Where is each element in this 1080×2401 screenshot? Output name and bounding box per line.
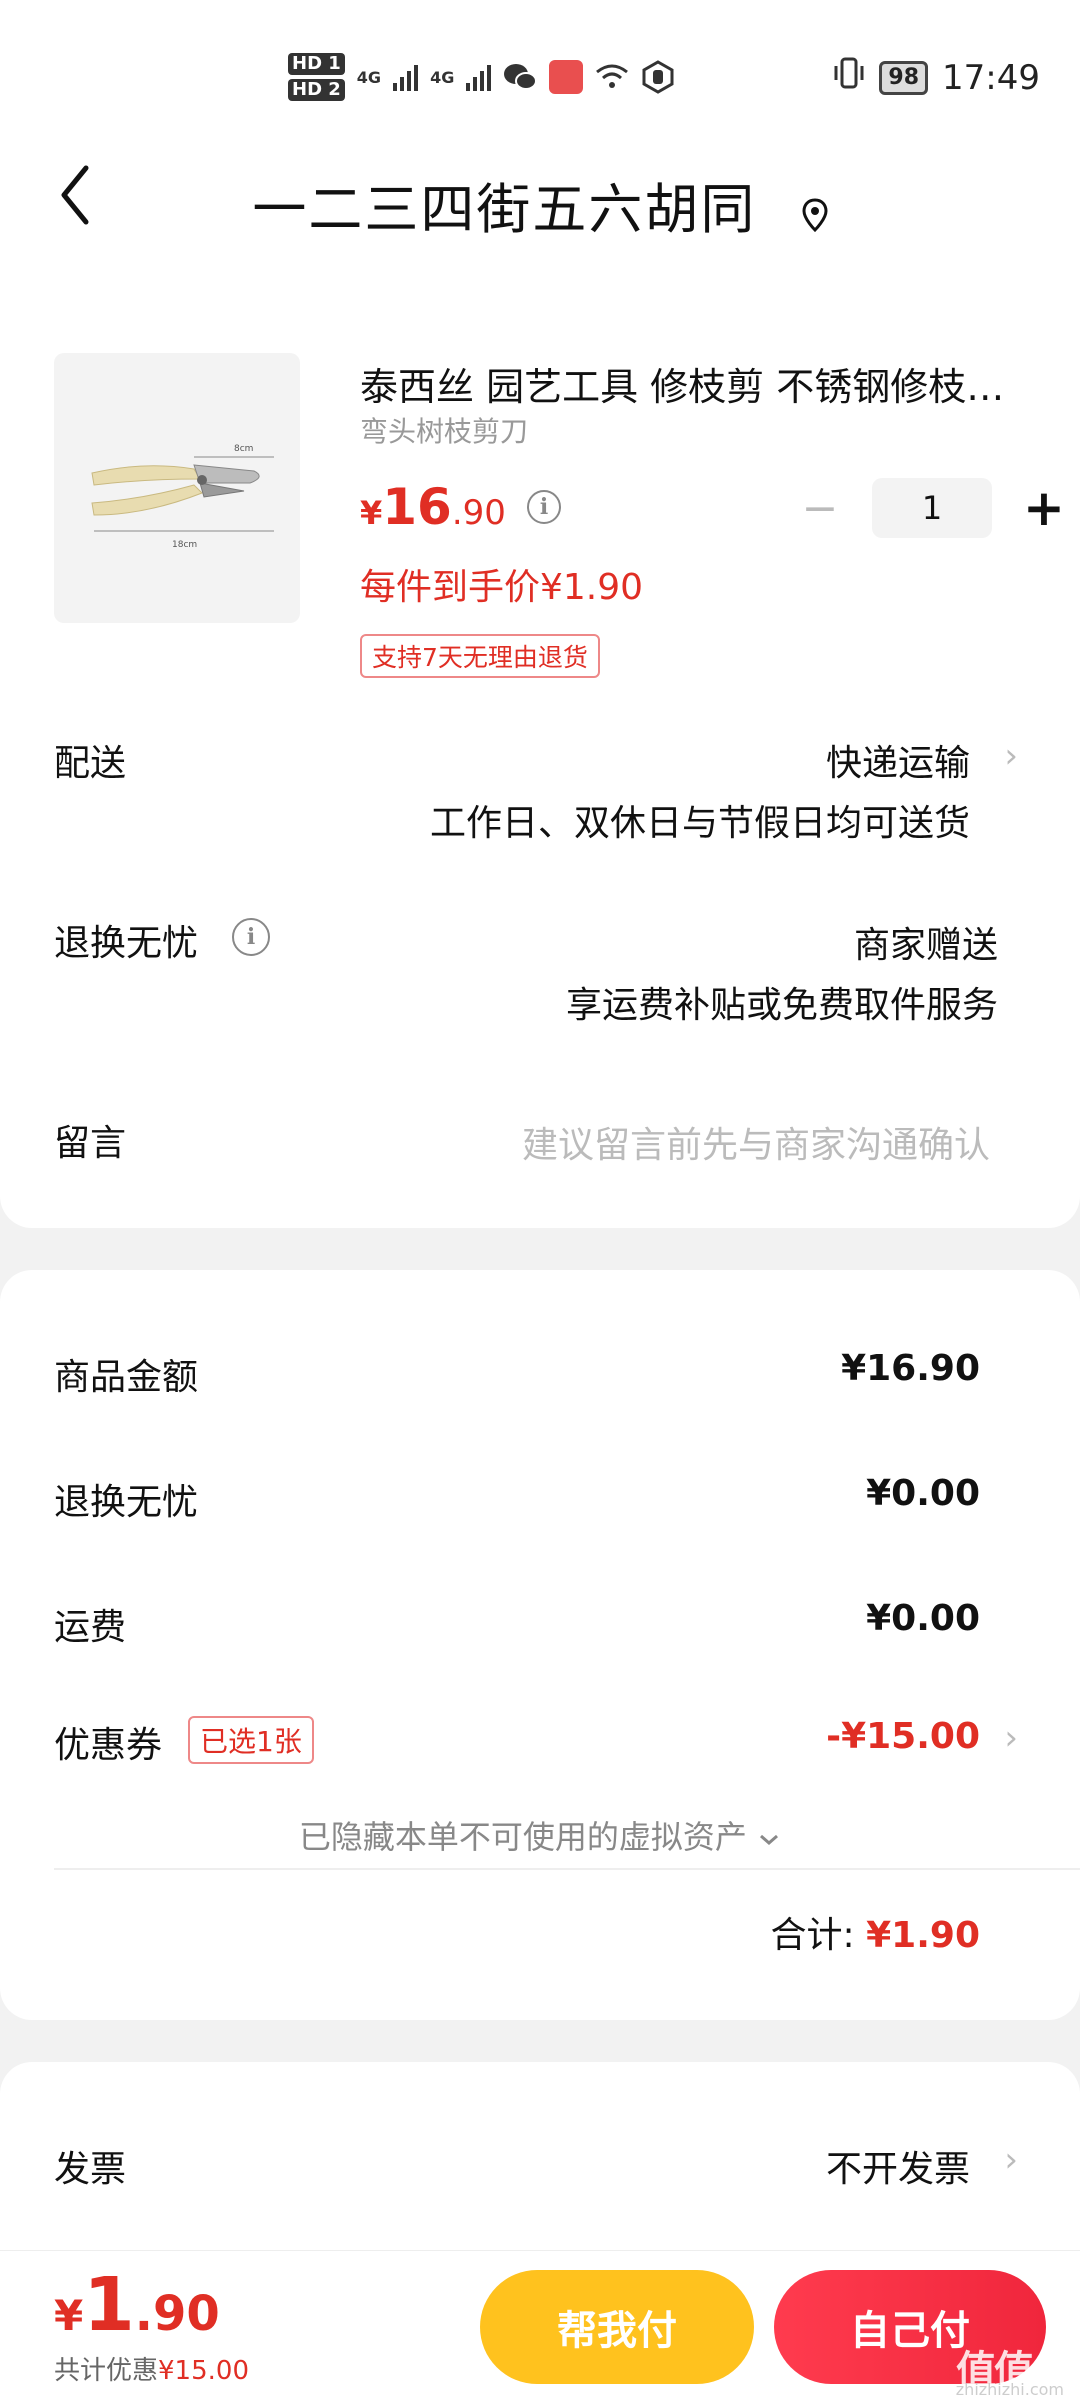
checkout-price-decimal: .90 (134, 2286, 220, 2342)
hidden-assets-toggle[interactable]: 已隐藏本单不可使用的虚拟资产 (0, 1812, 1080, 1858)
hidden-assets-text: 已隐藏本单不可使用的虚拟资产 (298, 1818, 747, 1856)
return-fee-label: 退换无忧 (54, 1482, 199, 1523)
product-spec: 弯头树枝剪刀 (360, 415, 529, 448)
checkout-price: ¥1.90 (54, 2262, 220, 2348)
message-label: 留言 (54, 1123, 127, 1164)
chevron-down-icon (757, 1818, 781, 1856)
return-info-icon[interactable]: i (232, 918, 270, 956)
product-name[interactable]: 泰西丝 园艺工具 修枝剪 不锈钢修枝… (360, 356, 1020, 411)
hd1-indicator: HD 1 (288, 53, 345, 75)
order-item-card (0, 150, 1080, 1228)
checkout-price-integer: 1 (83, 2262, 135, 2348)
hand-icon (641, 60, 675, 94)
total-label: 合计: (770, 1915, 855, 1956)
total-savings: 共计优惠¥15.00 (54, 2350, 249, 2387)
network-type-1: 4G (356, 67, 382, 87)
status-left: HD 1 HD 2 4G 4G (288, 50, 675, 104)
hd2-indicator: HD 2 (288, 79, 345, 101)
return-fee-value: ¥0.00 (866, 1473, 980, 1514)
signal-icon-2 (466, 63, 492, 91)
coupon-selected-badge: 已选1张 (188, 1716, 314, 1764)
delivery-detail: 工作日、双休日与节假日均可送货 (429, 803, 970, 844)
address-text: 一二三四街五六胡同 (252, 178, 757, 241)
invoice-value[interactable]: 不开发票 (826, 2140, 970, 2192)
watermark-url: zhizhizhi.com (955, 2380, 1064, 2399)
coupon-label: 优惠券 (54, 1725, 163, 1766)
signal-icon (393, 63, 419, 91)
vibrate-icon (833, 56, 865, 99)
divider (54, 1868, 1080, 1870)
network-type-2: 4G (430, 67, 455, 87)
address-title[interactable]: 一二三四街五六胡同 (0, 165, 1080, 245)
chevron-right-icon[interactable]: › (1004, 736, 1018, 776)
wechat-icon (503, 60, 538, 94)
price-decimal: .90 (451, 493, 506, 533)
checkout-currency: ¥ (54, 2291, 84, 2340)
goods-amount-value: ¥16.90 (841, 1348, 980, 1389)
message-input[interactable]: 建议留言前先与商家沟通确认 (522, 1116, 990, 1168)
coupon-value[interactable]: -¥15.00 (826, 1716, 980, 1757)
clock: 17:49 (942, 57, 1040, 98)
goods-amount-label: 商品金额 (54, 1357, 199, 1398)
increase-quantity-button[interactable]: + (1014, 478, 1074, 538)
order-total: 合计: ¥1.90 (771, 1906, 980, 1958)
battery-icon: 98 (879, 60, 929, 95)
return-provider: 商家赠送 (853, 925, 998, 966)
quantity-input[interactable]: 1 (872, 478, 992, 538)
total-value: ¥1.90 (866, 1915, 980, 1956)
image-dim-length: 18cm (172, 540, 197, 550)
price-integer: 16 (382, 478, 452, 536)
price-info-icon[interactable]: i (527, 490, 562, 524)
coupon-chevron-icon[interactable]: › (1004, 1718, 1018, 1758)
return-detail: 享运费补贴或免费取件服务 (565, 985, 998, 1026)
product-price: ¥16.90 i (360, 478, 562, 536)
decrease-quantity-button[interactable]: − (790, 478, 850, 538)
quantity-stepper: − 1 + (790, 478, 1074, 538)
invoice-chevron-icon[interactable]: › (1004, 2140, 1018, 2180)
price-currency: ¥ (360, 494, 383, 532)
return-policy-tag: 支持7天无理由退货 (360, 634, 600, 678)
delivery-label: 配送 (54, 743, 127, 784)
invoice-label: 发票 (54, 2149, 127, 2190)
shipping-value: ¥0.00 (866, 1598, 980, 1639)
image-dim-width: 8cm (234, 444, 253, 454)
location-pin-icon (802, 182, 828, 245)
savings-label: 共计优惠 (54, 2356, 159, 2386)
app-notification-icon (549, 60, 584, 94)
product-image[interactable]: 18cm 8cm (54, 353, 300, 623)
savings-value: ¥15.00 (158, 2356, 249, 2386)
status-right: 98 17:49 (833, 56, 1040, 99)
wifi-icon (595, 60, 629, 94)
return-label: 退换无忧 (54, 923, 199, 964)
shipping-label: 运费 (54, 1607, 127, 1648)
help-pay-button[interactable]: 帮我付 (480, 2270, 754, 2384)
status-bar: HD 1 HD 2 4G 4G 98 17:49 (0, 0, 1080, 150)
unit-final-price: 每件到手价¥1.90 (360, 567, 644, 608)
delivery-method[interactable]: 快递运输 (826, 734, 970, 786)
